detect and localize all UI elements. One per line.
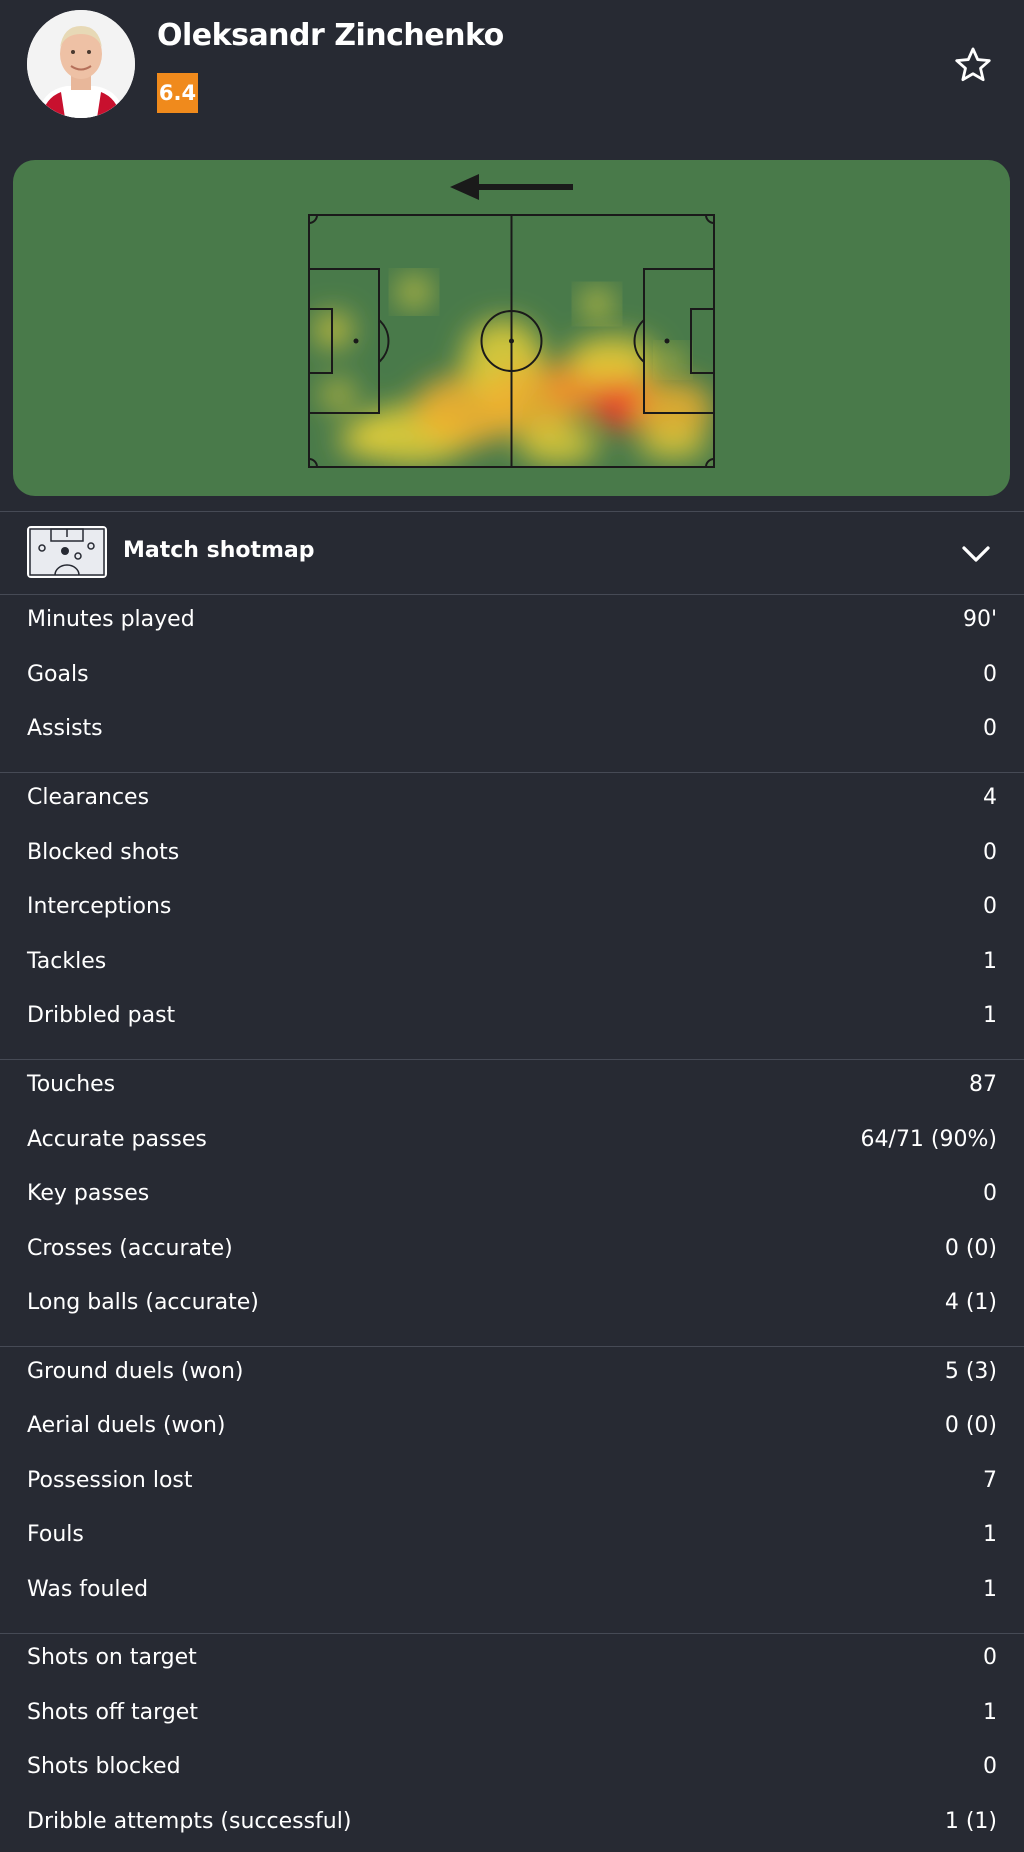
stat-value: 0 (0) <box>944 1236 997 1261</box>
stat-value: 1 (1) <box>944 1809 997 1834</box>
stat-label: Key passes <box>27 1181 150 1206</box>
stat-value: 4 <box>983 785 997 810</box>
stat-label: Accurate passes <box>27 1127 207 1152</box>
stat-row-dribble-attempts: Dribble attempts (successful) 1 (1) <box>27 1798 997 1852</box>
stat-row-touches: Touches 87 <box>27 1061 997 1115</box>
stat-row-shots-on-target: Shots on target 0 <box>27 1634 997 1688</box>
heatmap-intensity <box>313 312 713 465</box>
stat-label: Touches <box>27 1072 116 1097</box>
stat-row-was-fouled: Was fouled 1 <box>27 1566 997 1620</box>
divider <box>0 1059 1024 1060</box>
stat-label: Possession lost <box>27 1468 193 1493</box>
stat-value: 4 (1) <box>944 1290 997 1315</box>
stat-label: Minutes played <box>27 607 195 632</box>
stat-label: Dribbled past <box>27 1003 176 1028</box>
stat-row-minutes-played: Minutes played 90' <box>27 596 997 650</box>
stat-row-interceptions: Interceptions 0 <box>27 883 997 937</box>
attack-direction-arrow <box>450 174 573 200</box>
stat-row-shots-off-target: Shots off target 1 <box>27 1689 997 1743</box>
match-shotmap-toggle[interactable]: Match shotmap <box>0 512 1024 594</box>
chevron-down-icon[interactable] <box>958 536 994 572</box>
stat-value: 0 <box>983 1754 997 1779</box>
stat-value: 0 <box>983 840 997 865</box>
divider <box>0 1346 1024 1347</box>
stat-row-clearances: Clearances 4 <box>27 774 997 828</box>
stat-row-possession-lost: Possession lost 7 <box>27 1457 997 1511</box>
stat-value: 87 <box>969 1072 997 1097</box>
stat-row-shots-blocked: Shots blocked 0 <box>27 1743 997 1797</box>
stat-label: Crosses (accurate) <box>27 1236 233 1261</box>
stat-label: Was fouled <box>27 1577 149 1602</box>
stat-row-accurate-passes: Accurate passes 64/71 (90%) <box>27 1116 997 1170</box>
stat-value: 1 <box>983 949 997 974</box>
stat-row-tackles: Tackles 1 <box>27 938 997 992</box>
shotmap-label: Match shotmap <box>123 538 315 563</box>
stat-label: Goals <box>27 662 89 687</box>
stat-label: Dribble attempts (successful) <box>27 1809 352 1834</box>
stat-label: Interceptions <box>27 894 172 919</box>
stat-row-ground-duels: Ground duels (won) 5 (3) <box>27 1348 997 1402</box>
stat-label: Assists <box>27 716 103 741</box>
stat-value: 1 <box>983 1522 997 1547</box>
stat-row-assists: Assists 0 <box>27 705 997 759</box>
stat-value: 0 <box>983 894 997 919</box>
player-header: Oleksandr Zinchenko 6.4 <box>0 0 1024 160</box>
player-rating-badge: 6.4 <box>157 73 198 113</box>
stat-label: Shots on target <box>27 1645 197 1670</box>
stat-value: 1 <box>983 1700 997 1725</box>
stat-label: Shots off target <box>27 1700 198 1725</box>
stat-row-fouls: Fouls 1 <box>27 1511 997 1565</box>
heatmap-pitch <box>308 174 715 468</box>
divider <box>0 594 1024 595</box>
divider <box>0 772 1024 773</box>
stat-row-long-balls: Long balls (accurate) 4 (1) <box>27 1279 997 1333</box>
stat-label: Aerial duels (won) <box>27 1413 226 1438</box>
stat-row-blocked-shots: Blocked shots 0 <box>27 829 997 883</box>
stat-row-aerial-duels: Aerial duels (won) 0 (0) <box>27 1402 997 1456</box>
stat-value: 5 (3) <box>944 1359 997 1384</box>
stat-value: 0 <box>983 1645 997 1670</box>
stat-value: 0 (0) <box>944 1413 997 1438</box>
stat-value: 1 <box>983 1577 997 1602</box>
stat-label: Clearances <box>27 785 150 810</box>
shotmap-thumbnail-icon <box>27 526 107 578</box>
stat-value: 90' <box>962 607 997 632</box>
star-outline-icon[interactable] <box>952 44 994 86</box>
stat-value: 0 <box>983 1181 997 1206</box>
stat-value: 1 <box>983 1003 997 1028</box>
stat-row-key-passes: Key passes 0 <box>27 1170 997 1224</box>
stat-value: 0 <box>983 716 997 741</box>
stat-label: Tackles <box>27 949 107 974</box>
stat-row-crosses: Crosses (accurate) 0 (0) <box>27 1225 997 1279</box>
stat-label: Long balls (accurate) <box>27 1290 259 1315</box>
stat-label: Ground duels (won) <box>27 1359 244 1384</box>
player-name: Oleksandr Zinchenko <box>157 18 504 53</box>
stat-row-goals: Goals 0 <box>27 651 997 705</box>
heatmap-card <box>13 160 1010 496</box>
stat-value: 64/71 (90%) <box>860 1127 997 1152</box>
stat-value: 7 <box>983 1468 997 1493</box>
stat-row-dribbled-past: Dribbled past 1 <box>27 992 997 1046</box>
stat-value: 0 <box>983 662 997 687</box>
stat-label: Shots blocked <box>27 1754 181 1779</box>
player-avatar[interactable] <box>27 10 135 118</box>
stat-label: Blocked shots <box>27 840 180 865</box>
stat-label: Fouls <box>27 1522 84 1547</box>
